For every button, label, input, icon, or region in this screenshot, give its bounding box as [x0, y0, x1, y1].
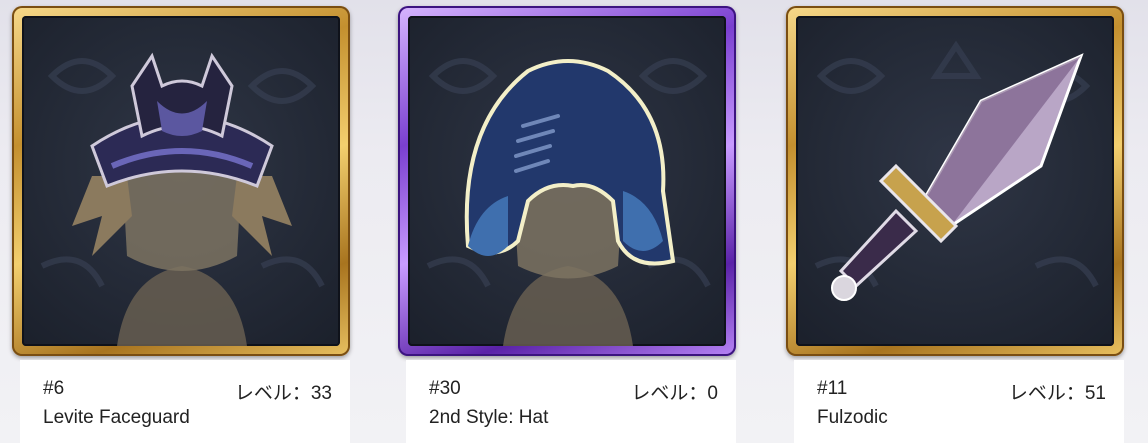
- item-level: レベル：51: [1008, 383, 1106, 404]
- item-level: レベル：33: [234, 383, 332, 404]
- faceguard-icon: [40, 52, 325, 346]
- item-frame-gold: [786, 6, 1124, 356]
- item-info-panel: #30 レベル：0 2nd Style: Hat: [406, 360, 736, 443]
- item-portrait: [408, 16, 726, 346]
- dagger-icon: [814, 40, 1099, 301]
- item-number: #30: [429, 378, 461, 399]
- item-card-3[interactable]: #11 レベル：51 Fulzodic: [774, 6, 1134, 443]
- item-name: Levite Faceguard: [43, 407, 190, 428]
- item-level: レベル：0: [631, 383, 718, 404]
- item-name: Fulzodic: [817, 407, 888, 428]
- item-info-panel: #11 レベル：51 Fulzodic: [794, 360, 1124, 443]
- item-number: #11: [817, 378, 848, 399]
- hood-hat-icon: [426, 58, 711, 346]
- item-name: 2nd Style: Hat: [429, 407, 549, 428]
- item-portrait: [796, 16, 1114, 346]
- item-card-2[interactable]: #30 レベル：0 2nd Style: Hat: [386, 6, 746, 443]
- item-card-1[interactable]: #6 レベル：33 Levite Faceguard: [0, 6, 360, 443]
- item-number: #6: [43, 378, 65, 399]
- item-frame-gold: [12, 6, 350, 356]
- item-portrait: [22, 16, 340, 346]
- item-frame-purple: [398, 6, 736, 356]
- item-info-panel: #6 レベル：33 Levite Faceguard: [20, 360, 350, 443]
